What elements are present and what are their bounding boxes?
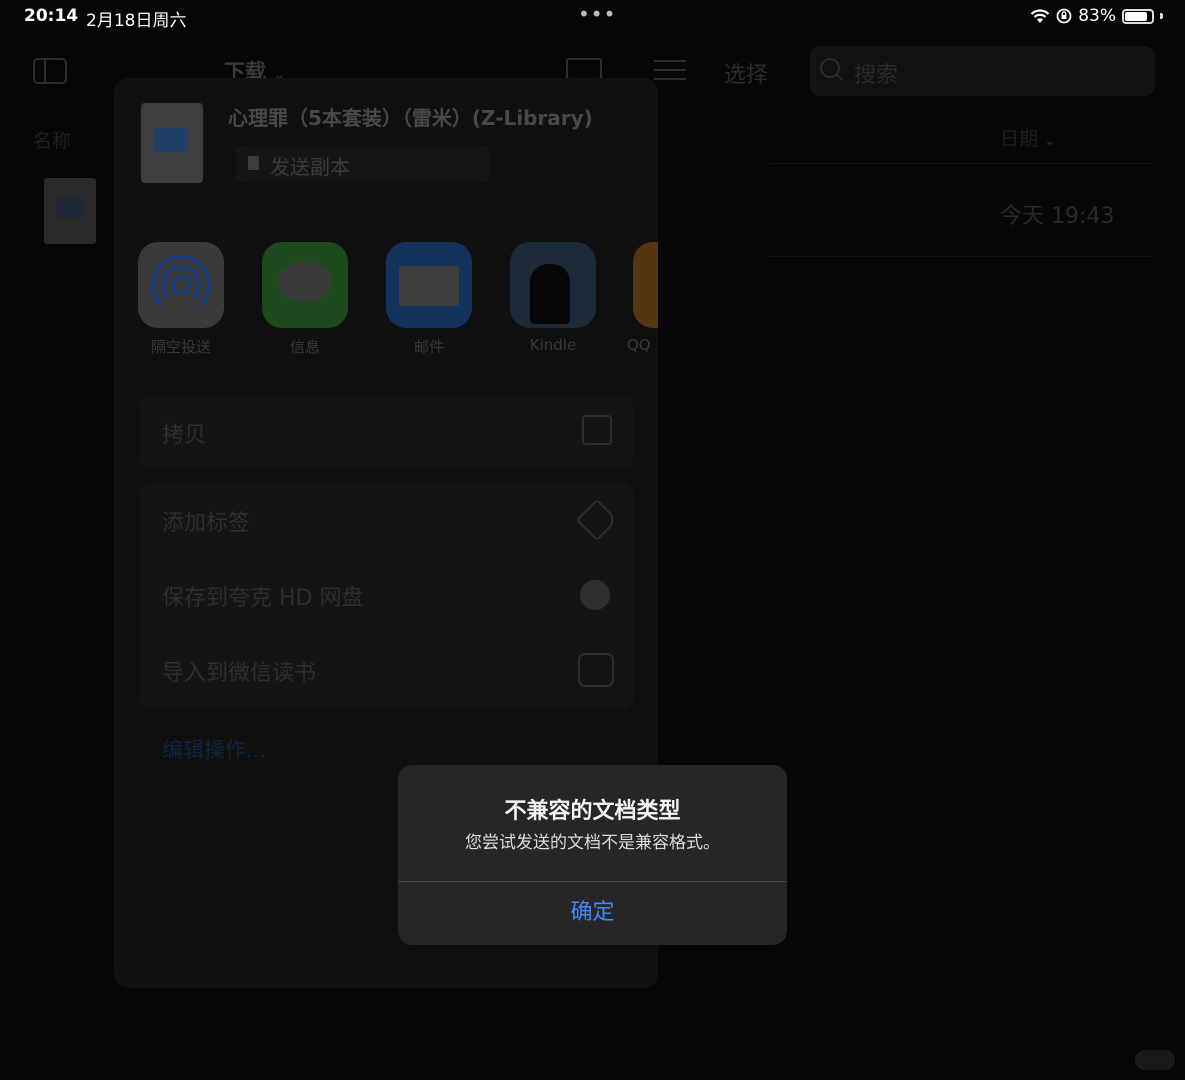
wifi-icon <box>1030 9 1050 23</box>
file-thumbnail[interactable] <box>44 178 96 244</box>
qq-icon[interactable] <box>633 242 658 328</box>
alert-message: 您尝试发送的文档不是兼容格式。 <box>465 833 720 853</box>
copy-icon <box>582 415 612 445</box>
document-thumbnail <box>141 103 203 183</box>
select-button[interactable]: 选择 <box>724 57 768 89</box>
action-label: 添加标签 <box>162 511 251 536</box>
kindle-icon[interactable] <box>510 242 596 328</box>
action-save-quark[interactable]: 保存到夸克 HD 网盘 <box>140 558 634 633</box>
file-date: 今天 19:43 <box>1000 204 1115 229</box>
share-app-label: 隔空投送 <box>150 338 211 356</box>
share-app-label: 信息 <box>289 338 320 356</box>
quark-icon <box>580 580 610 610</box>
sidebar-toggle-icon[interactable] <box>33 58 67 84</box>
share-app-label: Kindle <box>529 336 577 354</box>
action-group: 添加标签 保存到夸克 HD 网盘 导入到微信读书 <box>140 483 634 708</box>
divider <box>770 256 1154 257</box>
alert-title: 不兼容的文档类型 <box>504 799 681 824</box>
weread-icon <box>578 653 614 687</box>
share-app-label: QQ <box>627 336 651 354</box>
divider <box>770 163 1154 164</box>
status-time: 20:14 <box>24 6 79 26</box>
action-label: 导入到微信读书 <box>162 661 317 686</box>
battery-tip <box>1160 13 1163 19</box>
search-icon <box>820 58 840 78</box>
action-label: 保存到夸克 HD 网盘 <box>162 586 364 611</box>
airdrop-icon[interactable] <box>138 242 224 328</box>
document-title: 心理罪（5本套装）（雷米）(Z-Library) <box>228 106 593 130</box>
view-options-icon[interactable] <box>654 60 686 82</box>
action-copy[interactable]: 拷贝 <box>140 397 634 467</box>
action-import-weread[interactable]: 导入到微信读书 <box>140 633 634 708</box>
tag-icon <box>575 498 619 542</box>
battery-percent: 83% <box>1078 6 1116 26</box>
column-header-date[interactable]: 日期 ⌄ <box>1000 124 1056 151</box>
share-app-label: 邮件 <box>413 338 444 356</box>
send-copy-label: 发送副本 <box>270 155 350 179</box>
column-header-name[interactable]: 名称 <box>33 126 71 153</box>
mail-icon[interactable] <box>386 242 472 328</box>
multitasking-dots[interactable]: ••• <box>578 2 616 26</box>
send-copy-button[interactable]: 发送副本 <box>236 145 490 183</box>
sort-chevron-icon: ⌄ <box>1044 133 1056 149</box>
document-icon <box>248 156 259 170</box>
column-header-date-label: 日期 <box>1000 128 1039 150</box>
status-indicators: 83% <box>1030 6 1163 26</box>
messages-icon[interactable] <box>262 242 348 328</box>
watermark-badge <box>1135 1050 1175 1070</box>
alert-dialog: 不兼容的文档类型 您尝试发送的文档不是兼容格式。 确定 <box>398 765 787 945</box>
new-folder-icon[interactable] <box>566 58 602 80</box>
alert-ok-button[interactable]: 确定 <box>398 881 787 945</box>
search-placeholder: 搜索 <box>854 63 899 88</box>
action-add-tag[interactable]: 添加标签 <box>140 483 634 558</box>
action-label: 拷贝 <box>162 423 207 448</box>
battery-fill <box>1125 11 1147 21</box>
status-date: 2月18日周六 <box>86 11 187 31</box>
battery-icon <box>1122 8 1154 24</box>
edit-actions-link[interactable]: 编辑操作... <box>162 734 266 764</box>
orientation-lock-icon <box>1056 8 1072 24</box>
